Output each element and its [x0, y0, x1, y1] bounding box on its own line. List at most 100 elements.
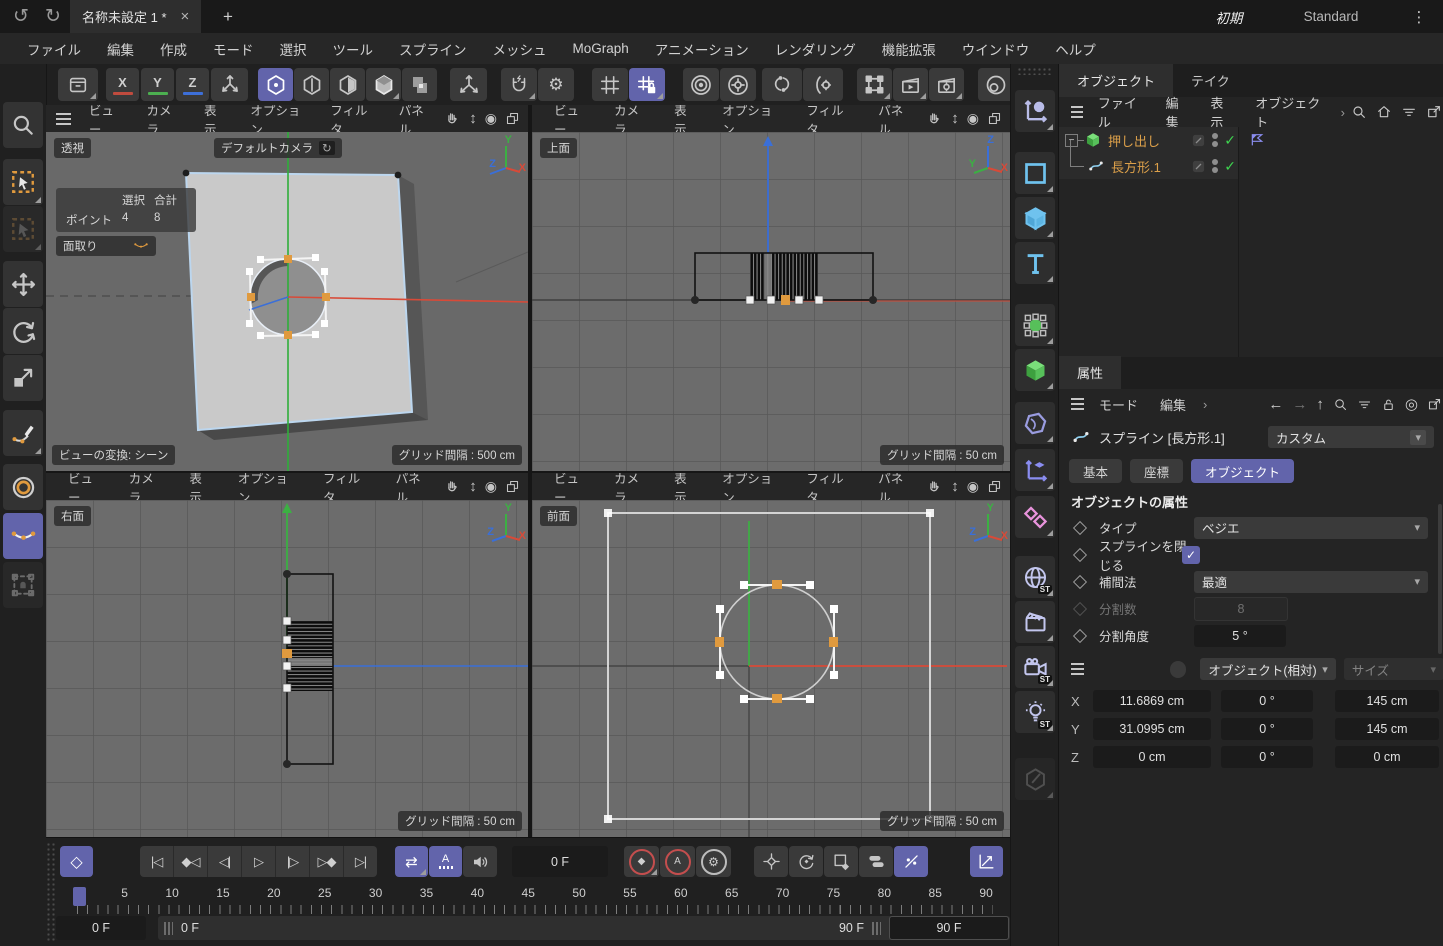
edges-mode-button[interactable] — [294, 68, 329, 101]
live-selection-tool[interactable] — [3, 159, 43, 205]
menu-overflow-chevron[interactable]: › — [1197, 397, 1213, 412]
undo-icon[interactable]: ↺ — [8, 3, 34, 29]
camera-object-button[interactable]: ST — [1015, 646, 1055, 688]
expand-toggle-icon[interactable]: − — [1065, 134, 1078, 147]
hamburger-icon[interactable] — [56, 118, 71, 120]
rectangle-selection-tool[interactable] — [3, 206, 43, 252]
polygons-mode-button[interactable] — [330, 68, 365, 101]
scale-x-field[interactable]: 145 cm — [1335, 690, 1439, 712]
points-mode-button[interactable] — [258, 68, 293, 101]
position-x-field[interactable]: 11.6869 cm — [1093, 690, 1211, 712]
object-manager-menu-item[interactable]: オブジェクト — [1244, 93, 1334, 131]
playback-button[interactable]: |◁ — [140, 846, 173, 877]
home-icon[interactable] — [1376, 104, 1392, 120]
cube-primitive-button[interactable] — [1015, 197, 1055, 239]
coord-mode-dropdown[interactable]: オブジェクト(相対)▾ — [1200, 658, 1335, 680]
record-keyframe-button[interactable]: ◆ — [624, 846, 659, 877]
back-icon[interactable]: ← — [1268, 396, 1283, 413]
menu-item[interactable]: MoGraph — [560, 41, 642, 56]
tab-object[interactable]: オブジェクト — [1191, 459, 1294, 483]
menu-item[interactable]: アニメーション — [642, 39, 762, 59]
menu-overflow-chevron[interactable]: › — [1335, 105, 1351, 120]
range-end-field[interactable]: 90 F — [889, 916, 1009, 940]
param-diamond-icon[interactable] — [1073, 574, 1087, 588]
render-settings-icon[interactable] — [929, 68, 964, 101]
attribute-scrollbar[interactable] — [1438, 504, 1442, 654]
modeling-cage-tool-disabled[interactable] — [3, 562, 43, 608]
timeline-grip[interactable] — [46, 842, 55, 942]
playback-button[interactable]: ◁| — [208, 846, 241, 877]
document-tab[interactable]: 名称未設定 1 * × — [70, 0, 201, 33]
pan-hand-icon[interactable] — [926, 478, 943, 495]
palette-grip[interactable] — [1017, 67, 1053, 75]
lock-x-axis-button[interactable]: X — [106, 68, 139, 101]
menu-item[interactable]: ツール — [320, 39, 387, 59]
tree-row-extrude[interactable]: − 押し出し ✓ — [1059, 127, 1443, 153]
menu-item[interactable]: メッシュ — [480, 39, 560, 59]
menu-item[interactable]: 作成 — [147, 39, 200, 59]
render-region-icon[interactable] — [857, 68, 892, 101]
dolly-icon[interactable]: ↕ — [951, 110, 959, 127]
quantize-grid-icon[interactable] — [592, 68, 628, 101]
apply-button[interactable] — [1170, 661, 1187, 678]
maximize-viewport-icon[interactable] — [505, 479, 520, 494]
current-frame-field[interactable]: 0 F — [512, 846, 608, 877]
playback-button[interactable]: ▷◆ — [310, 846, 343, 877]
stage-object-button[interactable] — [1015, 601, 1055, 643]
viewport-perspective[interactable]: ビューカメラ表示オプションフィルタパネル ↕ ◉ — [46, 105, 528, 471]
modeling-settings-icon[interactable] — [683, 68, 719, 101]
edit-state-toggle-icon[interactable] — [1191, 133, 1206, 148]
filter-icon[interactable] — [1401, 104, 1417, 120]
material-edit-button-disabled[interactable] — [1015, 758, 1055, 800]
pan-hand-icon[interactable] — [926, 110, 943, 127]
search-commander-button[interactable] — [3, 102, 43, 148]
world-coordinates-icon[interactable] — [211, 68, 248, 101]
orbit-icon[interactable]: ◉ — [967, 478, 979, 495]
orbit-icon[interactable]: ◉ — [485, 110, 497, 127]
hamburger-icon[interactable] — [1071, 668, 1084, 670]
menu-item[interactable]: レンダリング — [762, 39, 869, 59]
record-rotation-toggle[interactable] — [789, 846, 823, 877]
range-start-field[interactable]: 0 F — [56, 916, 146, 940]
null-axis-button[interactable] — [1015, 449, 1055, 491]
angle-field[interactable]: 5 ° — [1194, 625, 1286, 647]
kebab-menu-icon[interactable]: ⋮ — [1408, 0, 1430, 33]
workplane-lock-icon[interactable] — [629, 68, 665, 101]
maximize-viewport-icon[interactable] — [505, 111, 520, 126]
search-icon[interactable] — [1333, 397, 1348, 412]
attribute-menu-item[interactable]: モード — [1088, 395, 1149, 414]
record-pla-toggle[interactable] — [894, 846, 928, 877]
tab-basic[interactable]: 基本 — [1069, 459, 1122, 483]
texture-mode-button[interactable] — [402, 68, 437, 101]
attribute-menu-item[interactable]: 編集 — [1149, 395, 1197, 414]
keyframe-button[interactable]: ◇ — [60, 846, 93, 877]
rotate-tool[interactable] — [3, 308, 43, 354]
playback-button[interactable]: |▷ — [276, 846, 309, 877]
menu-item[interactable]: スプライン — [386, 39, 480, 59]
rotation-x-field[interactable]: 0 ° — [1221, 690, 1313, 712]
param-diamond-icon[interactable] — [1073, 520, 1087, 534]
keyframe-settings-button[interactable]: ⚙ — [696, 846, 731, 877]
spline-pen-tool[interactable] — [3, 410, 43, 456]
viewport-right[interactable]: ビューカメラ表示オプションフィルタパネル ↕ ◉ — [46, 473, 528, 837]
snap-settings-gear-icon[interactable]: ⚙ — [538, 68, 574, 101]
playback-button[interactable]: ▷| — [344, 846, 377, 877]
sky-environment-button[interactable]: ST — [1015, 556, 1055, 598]
model-mode-button[interactable] — [366, 68, 401, 101]
object-manager-menu-item[interactable]: ファイル — [1087, 93, 1155, 131]
position-y-field[interactable]: 31.0995 cm — [1093, 718, 1211, 740]
tab-coordinates[interactable]: 座標 — [1130, 459, 1183, 483]
visibility-dots-icon[interactable] — [1212, 131, 1218, 149]
autokey-mode-button[interactable]: A — [429, 846, 462, 877]
loop-mode-button[interactable]: ⇄ — [395, 846, 428, 877]
object-manager-menu-item[interactable]: 表示 — [1199, 93, 1244, 131]
menu-item[interactable]: モード — [200, 39, 267, 59]
camera-swap-icon[interactable]: ↻ — [319, 141, 335, 155]
maximize-viewport-icon[interactable] — [987, 479, 1002, 494]
viewport-front-canvas[interactable]: 前面 グリッド間隔 : 50 cm Y Z X — [532, 500, 1010, 837]
axis-workplane-object-button[interactable] — [1015, 90, 1055, 132]
viewport-perspective-canvas[interactable]: 透視 デフォルトカメラ ↻ 選択 合計 ポイント 4 8 面取り ビュー — [46, 132, 528, 471]
text-object-button[interactable] — [1015, 242, 1055, 284]
spline-primitive-button[interactable] — [1015, 152, 1055, 194]
playhead[interactable] — [73, 887, 86, 906]
